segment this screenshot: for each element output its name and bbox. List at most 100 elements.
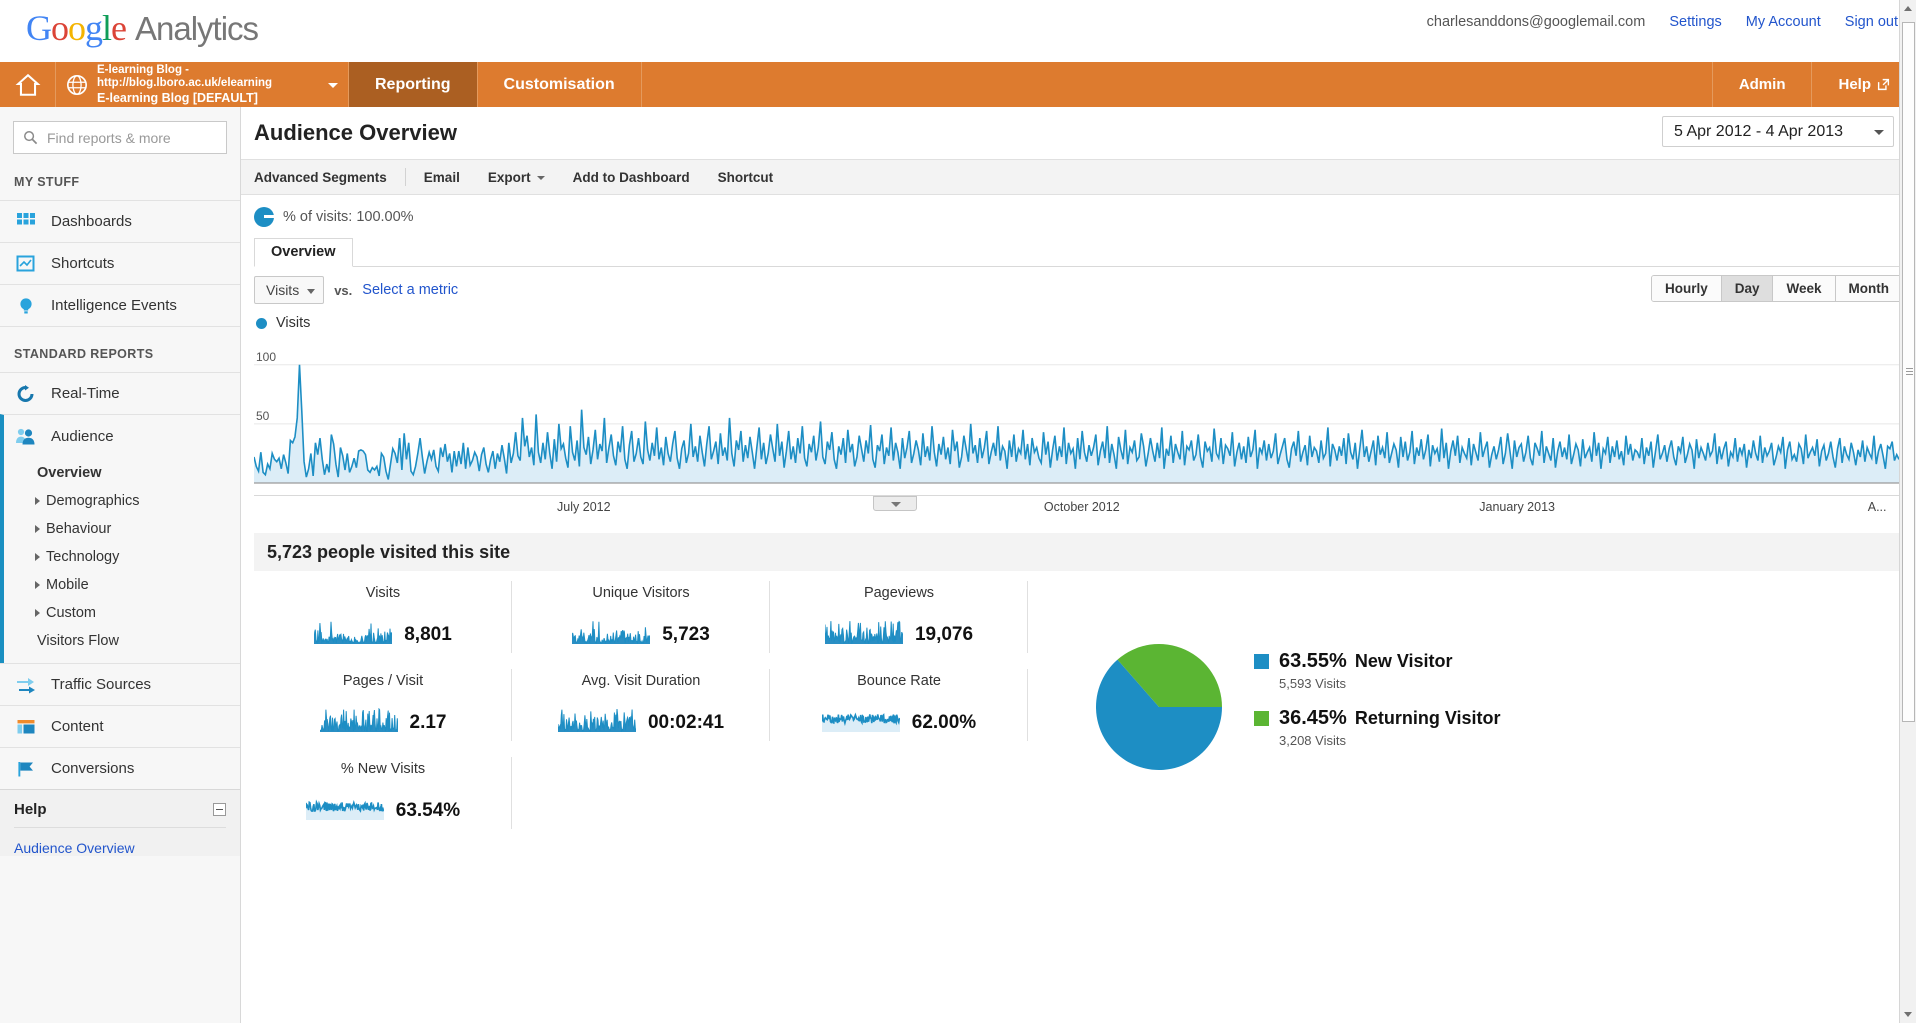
granularity-day[interactable]: Day bbox=[1721, 276, 1774, 301]
scroll-down-arrow[interactable] bbox=[1900, 1006, 1916, 1023]
search-box[interactable] bbox=[13, 121, 227, 154]
sidebar-item-label: Intelligence Events bbox=[51, 297, 177, 314]
x-axis-tick-april-2013: A... bbox=[1867, 500, 1887, 514]
email-button[interactable]: Email bbox=[410, 170, 474, 185]
help-panel-title: Help bbox=[14, 801, 47, 818]
page-title: Audience Overview bbox=[254, 120, 457, 145]
lightbulb-icon bbox=[14, 294, 38, 318]
tab-overview[interactable]: Overview bbox=[254, 238, 353, 267]
chart-svg bbox=[254, 364, 1899, 484]
metric-label: Avg. Visit Duration bbox=[581, 673, 701, 689]
sidebar-item-overview[interactable]: Overview bbox=[4, 459, 240, 487]
admin-link[interactable]: Admin bbox=[1711, 62, 1812, 107]
sidebar-item-behaviour[interactable]: Behaviour bbox=[4, 515, 240, 543]
metric-avg-visit-duration[interactable]: Avg. Visit Duration 00:02:41 bbox=[512, 659, 770, 747]
metric-value: 62.00% bbox=[911, 711, 977, 733]
my-account-link[interactable]: My Account bbox=[1746, 14, 1821, 30]
home-button[interactable] bbox=[0, 62, 56, 107]
granularity-month[interactable]: Month bbox=[1835, 276, 1902, 301]
expand-triangle-icon bbox=[35, 609, 40, 617]
granularity-week[interactable]: Week bbox=[1773, 276, 1836, 301]
export-label: Export bbox=[487, 169, 531, 185]
metric-visits[interactable]: Visits 8,801 bbox=[254, 571, 512, 659]
sidebar-item-label: Shortcuts bbox=[51, 255, 115, 272]
visits-sparkline bbox=[313, 620, 393, 649]
tab-reporting[interactable]: Reporting bbox=[349, 62, 478, 107]
help-label: Help bbox=[1838, 76, 1871, 93]
legend-detail: 3,208 Visits bbox=[1279, 733, 1346, 748]
add-to-dashboard-button[interactable]: Add to Dashboard bbox=[559, 170, 704, 185]
pageviews-sparkline bbox=[824, 620, 904, 649]
select-a-metric-link[interactable]: Select a metric bbox=[362, 282, 458, 298]
collapse-icon[interactable] bbox=[213, 803, 226, 816]
content-icon bbox=[14, 715, 38, 739]
pages-per-visit-sparkline bbox=[319, 707, 398, 737]
sidebar-item-intelligence-events[interactable]: Intelligence Events bbox=[0, 284, 240, 326]
sidebar-item-traffic-sources[interactable]: Traffic Sources bbox=[0, 663, 240, 705]
legend-percent: 36.45% bbox=[1279, 707, 1347, 729]
chevron-down-icon bbox=[328, 82, 338, 88]
chart-plot-area[interactable]: 100 50 bbox=[254, 335, 1903, 495]
realtime-icon bbox=[14, 382, 38, 406]
metric-value: 19,076 bbox=[914, 623, 974, 645]
shortcuts-icon bbox=[14, 252, 38, 276]
sidebar-item-label: Technology bbox=[46, 549, 120, 565]
chart-collapse-handle[interactable] bbox=[873, 496, 917, 511]
granularity-hourly[interactable]: Hourly bbox=[1651, 276, 1722, 301]
date-range-selector[interactable]: 5 Apr 2012 - 4 Apr 2013 bbox=[1662, 116, 1894, 147]
metric-unique-visitors[interactable]: Unique Visitors 5,723 bbox=[512, 571, 770, 659]
sidebar: MY STUFF Dashboards Shortcuts bbox=[0, 107, 241, 1023]
sidebar-item-real-time[interactable]: Real-Time bbox=[0, 372, 240, 414]
sidebar-item-shortcuts[interactable]: Shortcuts bbox=[0, 242, 240, 284]
metric-selector[interactable]: Visits bbox=[254, 276, 325, 304]
sidebar-item-label: Real-Time bbox=[51, 385, 120, 402]
sidebar-item-custom[interactable]: Custom bbox=[4, 599, 240, 627]
pie-svg[interactable] bbox=[1094, 642, 1224, 772]
vertical-scrollbar[interactable] bbox=[1899, 0, 1916, 1023]
sidebar-item-label: Audience bbox=[51, 427, 114, 445]
metric-value: 5,723 bbox=[662, 623, 710, 645]
metric-value: 8,801 bbox=[404, 623, 452, 645]
x-axis-tick-october-2012: October 2012 bbox=[1043, 500, 1120, 514]
metric-pageviews[interactable]: Pageviews 19,076 bbox=[770, 571, 1028, 659]
external-link-icon bbox=[1877, 78, 1890, 91]
search-input[interactable] bbox=[14, 122, 226, 153]
section-my-stuff: MY STUFF bbox=[14, 175, 80, 189]
sidebar-item-content[interactable]: Content bbox=[0, 705, 240, 747]
main-header: Audience Overview 5 Apr 2012 - 4 Apr 201… bbox=[241, 107, 1916, 159]
sign-out-link[interactable]: Sign out bbox=[1845, 14, 1898, 30]
export-button[interactable]: Export bbox=[474, 170, 559, 185]
section-standard-reports: STANDARD REPORTS bbox=[0, 326, 240, 372]
scrollbar-thumb[interactable] bbox=[1902, 22, 1915, 722]
property-url: E-learning Blog - http://blog.lboro.ac.u… bbox=[97, 63, 273, 90]
sidebar-item-visitors-flow[interactable]: Visitors Flow bbox=[4, 627, 240, 655]
chart-legend: Visits bbox=[254, 313, 1903, 335]
sidebar-item-dashboards[interactable]: Dashboards bbox=[0, 200, 240, 242]
unique-visitors-sparkline bbox=[571, 620, 651, 649]
tab-customisation[interactable]: Customisation bbox=[478, 62, 642, 107]
sidebar-item-conversions[interactable]: Conversions bbox=[0, 747, 240, 789]
chart-controls: Visits vs. Select a metric Hourly Day We… bbox=[254, 267, 1903, 313]
sidebar-item-audience[interactable]: Audience bbox=[4, 415, 240, 457]
property-selector[interactable]: E-learning Blog - http://blog.lboro.ac.u… bbox=[56, 62, 349, 107]
metric-percent-new-visits[interactable]: % New Visits 63.54% bbox=[254, 747, 512, 835]
visits-chart: Visits 100 50 July 2012 October 2012 Jan… bbox=[254, 313, 1903, 519]
sidebar-item-demographics[interactable]: Demographics bbox=[4, 487, 240, 515]
sidebar-item-technology[interactable]: Technology bbox=[4, 543, 240, 571]
metric-label: Pages / Visit bbox=[342, 673, 424, 689]
sidebar-item-label: Custom bbox=[46, 605, 96, 621]
shortcut-button[interactable]: Shortcut bbox=[704, 170, 788, 185]
help-link-audience-overview[interactable]: Audience Overview bbox=[14, 828, 226, 856]
settings-link[interactable]: Settings bbox=[1669, 14, 1721, 30]
sidebar-item-label: Mobile bbox=[46, 577, 89, 593]
scroll-up-arrow[interactable] bbox=[1900, 0, 1916, 17]
navbar-right-group: Admin Help bbox=[1711, 62, 1916, 107]
expand-triangle-icon bbox=[35, 553, 40, 561]
visitor-type-pie-chart: 63.55% New Visitor 5,593 Visits 36.45% R… bbox=[1034, 571, 1903, 835]
advanced-segments-button[interactable]: Advanced Segments bbox=[254, 170, 401, 185]
body-container: MY STUFF Dashboards Shortcuts bbox=[0, 107, 1916, 1023]
metric-pages-per-visit[interactable]: Pages / Visit 2.17 bbox=[254, 659, 512, 747]
y-axis-tick-50: 50 bbox=[256, 408, 270, 423]
metric-bounce-rate[interactable]: Bounce Rate 62.00% bbox=[770, 659, 1028, 747]
sidebar-item-mobile[interactable]: Mobile bbox=[4, 571, 240, 599]
